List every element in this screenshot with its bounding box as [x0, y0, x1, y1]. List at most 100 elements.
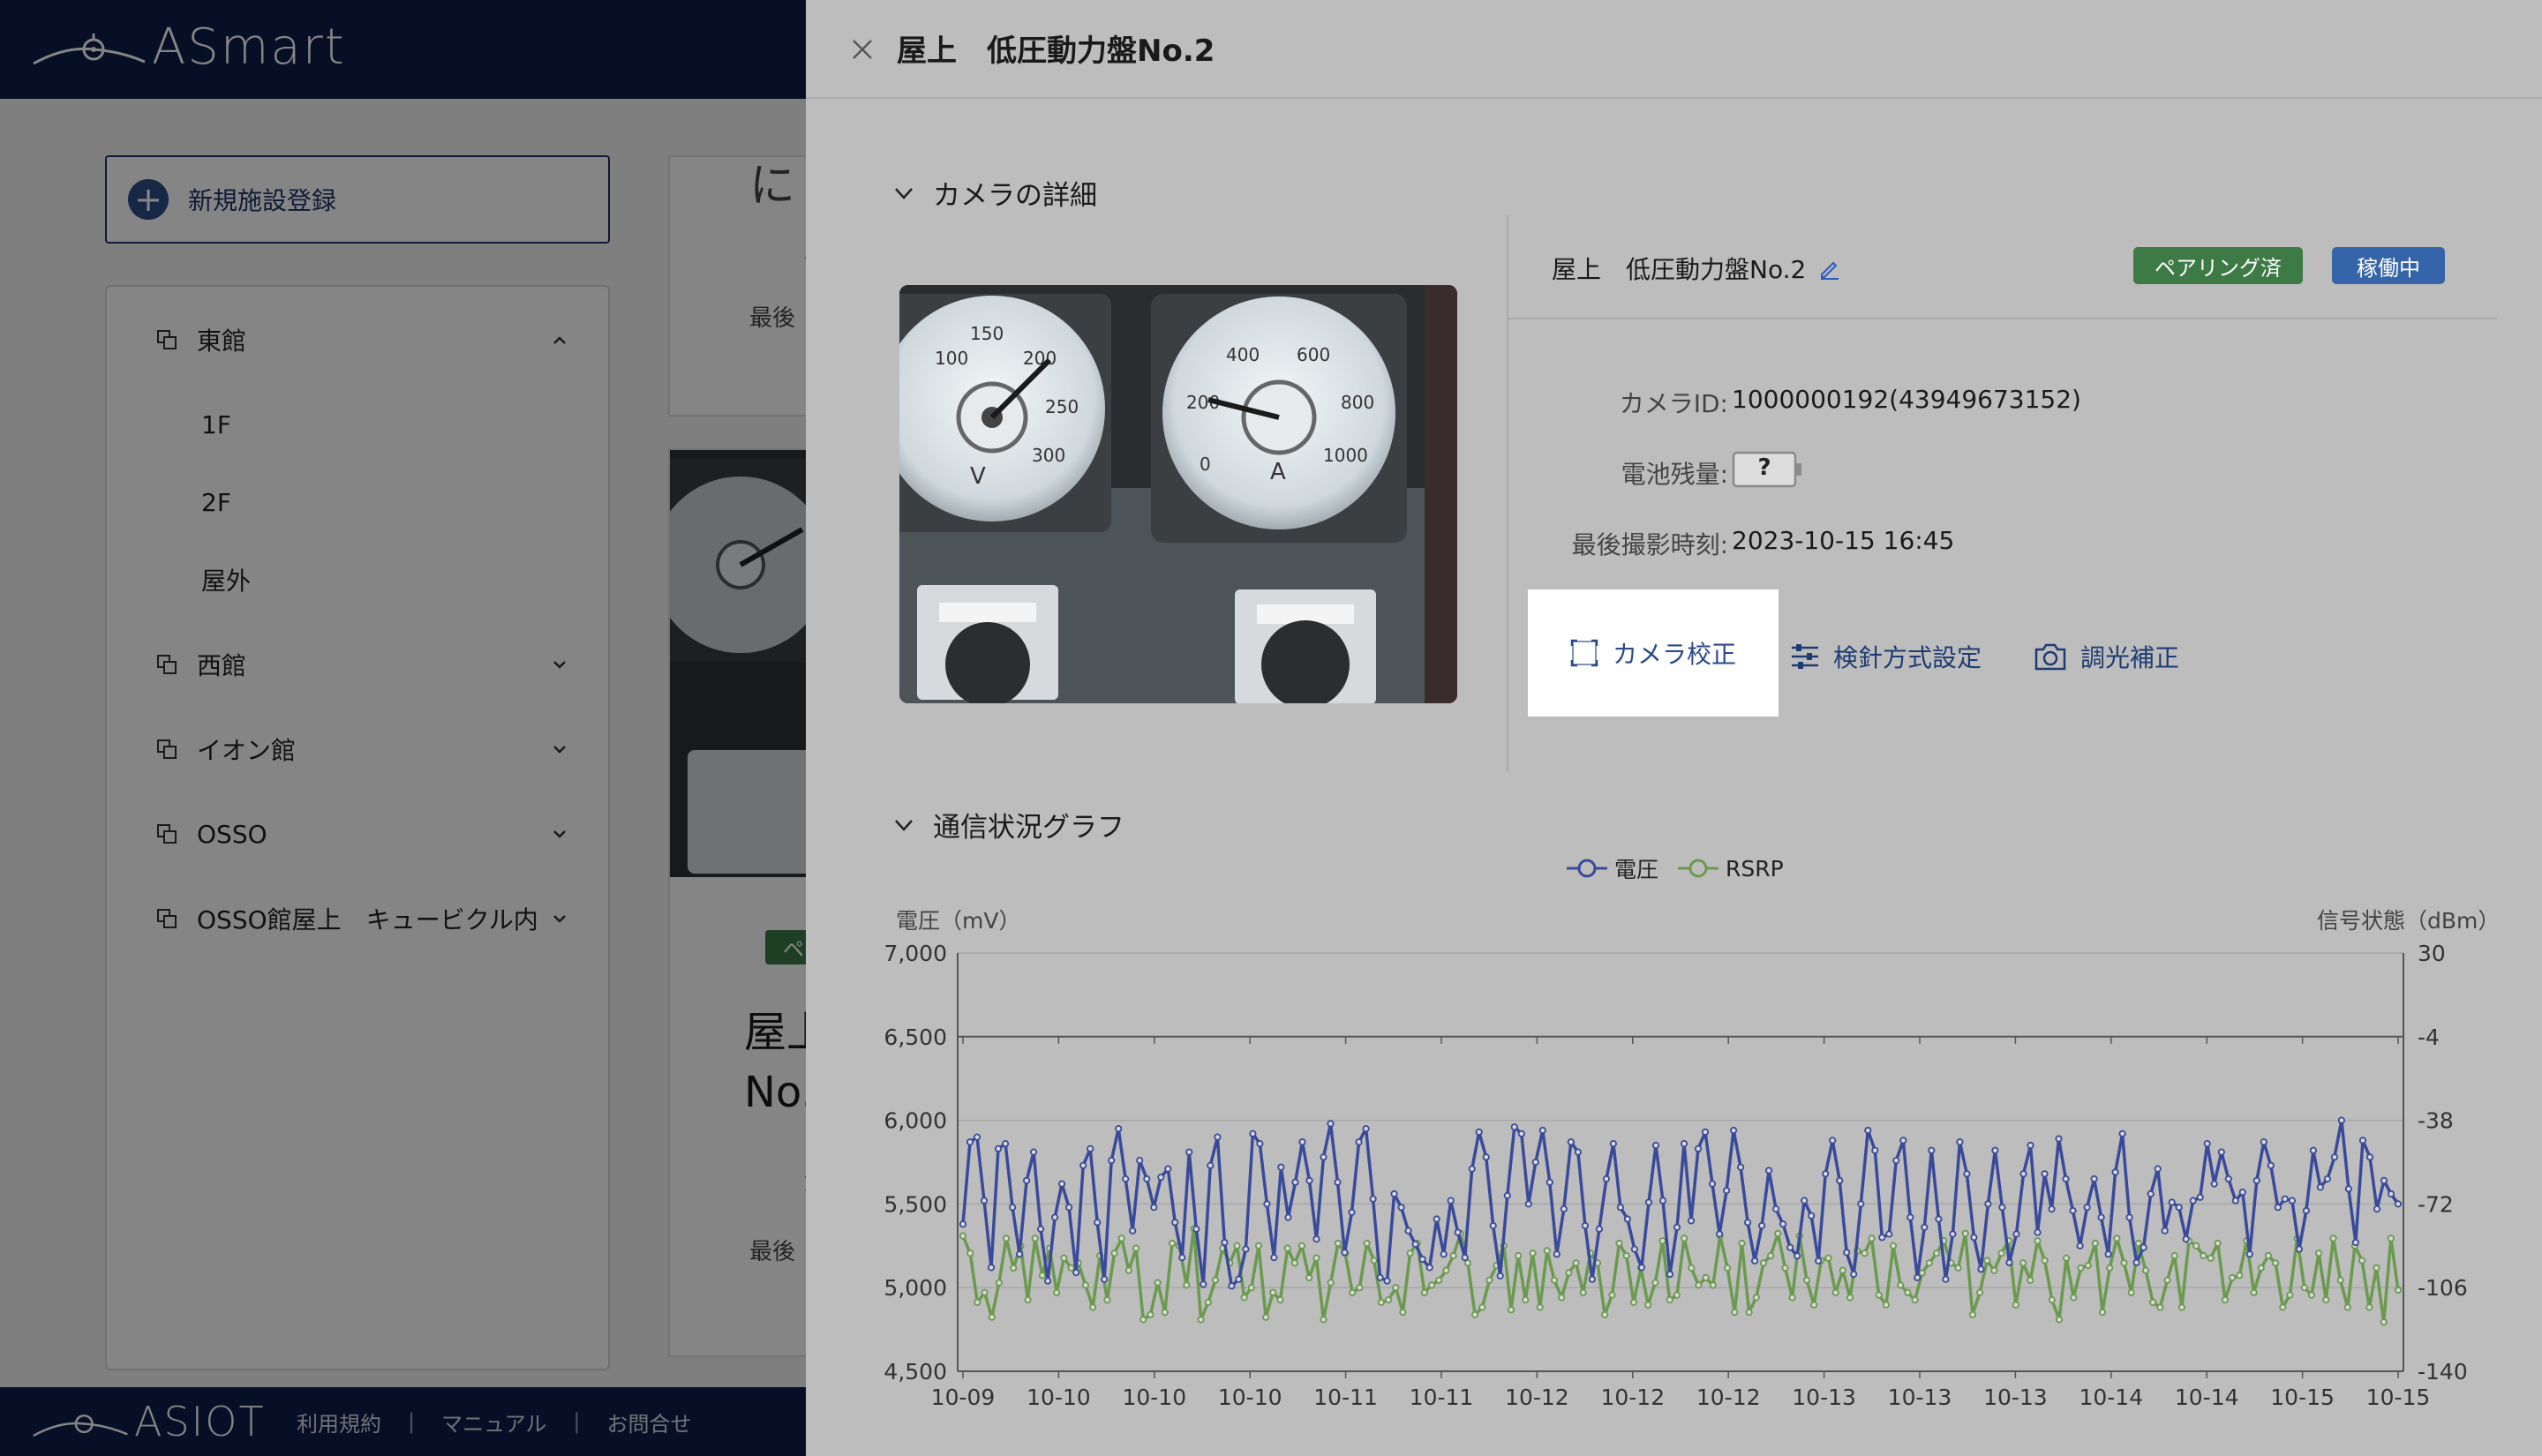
data-point-rsrp: [1110, 1250, 1118, 1257]
data-point-rsrp: [2134, 1239, 2142, 1248]
data-point-voltage: [1984, 1200, 1992, 1208]
info-divider: [1507, 215, 1508, 771]
data-point-rsrp: [1392, 1284, 1400, 1292]
data-point-rsrp: [2380, 1318, 2388, 1326]
data-point-rsrp: [2264, 1251, 2273, 1260]
data-point-rsrp: [2055, 1316, 2064, 1324]
data-point-rsrp: [1709, 1281, 1717, 1289]
camera-calibration-button[interactable]: カメラ校正: [1528, 589, 1779, 717]
data-point-rsrp: [1781, 1264, 1789, 1272]
data-point-voltage: [1009, 1204, 1017, 1212]
data-point-voltage: [1829, 1137, 1837, 1145]
data-point-voltage: [1836, 1176, 1844, 1184]
data-point-rsrp: [1990, 1266, 1998, 1274]
edit-pencil-icon[interactable]: [1818, 257, 1841, 280]
y-left-tick-label: 6,500: [884, 1024, 947, 1050]
svg-text:150: 150: [970, 323, 1004, 344]
data-point-voltage: [1440, 1250, 1448, 1258]
meter-reading-settings-label: 検針方式設定: [1833, 643, 1982, 672]
data-point-voltage: [1786, 1243, 1794, 1251]
data-point-rsrp: [1254, 1242, 1263, 1250]
data-point-rsrp: [1911, 1295, 1919, 1304]
camera-section-toggle[interactable]: カメラの詳細: [891, 173, 1097, 213]
data-point-voltage: [2132, 1258, 2140, 1266]
camera-detail-drawer: 屋上 低圧動力盤No.2 カメラの詳細 100 150 200 250 300 …: [806, 0, 2542, 1456]
svg-text:100: 100: [935, 348, 968, 369]
data-point-voltage: [2168, 1198, 2176, 1206]
data-point-rsrp: [1384, 1295, 1393, 1304]
data-point-rsrp: [1124, 1266, 1132, 1274]
data-point-rsrp: [1968, 1310, 1977, 1318]
x-tick-label: 10-10: [1122, 1385, 1186, 1410]
data-point-voltage: [1023, 1176, 1031, 1184]
data-point-voltage: [2012, 1230, 2020, 1238]
data-point-rsrp: [2156, 1303, 2164, 1311]
graph-section-toggle[interactable]: 通信状況グラフ: [891, 805, 1124, 844]
svg-text:200: 200: [1023, 348, 1057, 369]
data-point-voltage: [1235, 1275, 1243, 1283]
data-point-voltage: [2111, 1168, 2119, 1176]
data-point-rsrp: [1031, 1235, 1039, 1242]
data-point-rsrp: [1247, 1284, 1255, 1292]
light-adjust-button[interactable]: 調光補正: [2033, 632, 2179, 681]
data-point-voltage: [2330, 1153, 2339, 1161]
legend-item-voltage[interactable]: 電圧: [1565, 852, 1658, 884]
communication-status-chart: 7,000 30 6,500 -4 6,000 -38 5,500 -72 5,000 -106 4…: [884, 941, 2468, 1410]
y-left-tick-label: 5,500: [884, 1191, 947, 1217]
data-point-rsrp: [1983, 1257, 1991, 1265]
legend-item-rsrp[interactable]: RSRP: [1676, 855, 1784, 882]
data-point-rsrp: [1356, 1284, 1364, 1292]
data-point-rsrp: [2041, 1257, 2049, 1265]
legend-marker-voltage: [1567, 859, 1607, 878]
data-point-rsrp: [2170, 1251, 2178, 1260]
data-point-voltage: [2288, 1197, 2297, 1205]
data-point-rsrp: [1002, 1235, 1011, 1242]
data-point-voltage: [1320, 1153, 1327, 1161]
data-point-rsrp: [2387, 1235, 2395, 1242]
data-point-voltage: [1644, 1198, 1653, 1206]
data-point-voltage: [1418, 1255, 1426, 1264]
data-point-rsrp: [1168, 1239, 1177, 1248]
data-point-rsrp: [1470, 1310, 1479, 1318]
x-tick-label: 10-12: [1505, 1385, 1569, 1410]
data-point-voltage: [980, 1197, 989, 1205]
data-point-rsrp: [1824, 1254, 1832, 1262]
data-point-rsrp: [988, 1313, 996, 1321]
data-point-voltage: [2090, 1175, 2098, 1183]
data-point-voltage: [1595, 1225, 1604, 1233]
data-point-rsrp: [2177, 1303, 2186, 1311]
data-point-voltage: [1673, 1223, 1681, 1231]
close-icon[interactable]: [845, 32, 880, 67]
data-point-voltage: [2245, 1250, 2253, 1258]
data-point-voltage: [1136, 1156, 1144, 1165]
chevron-down-icon: [895, 819, 913, 831]
data-point-voltage: [2344, 1185, 2353, 1193]
svg-text:1000: 1000: [1323, 445, 1368, 466]
data-point-rsrp: [1204, 1298, 1212, 1306]
data-point-rsrp: [2336, 1276, 2344, 1284]
data-point-rsrp: [2077, 1264, 2085, 1272]
data-point-rsrp: [1485, 1276, 1493, 1284]
data-point-rsrp: [2012, 1301, 2020, 1309]
data-point-voltage: [1815, 1257, 1823, 1265]
data-point-voltage: [2005, 1258, 2013, 1266]
data-point-voltage: [1122, 1175, 1130, 1183]
y-right-tick-label: -140: [2418, 1359, 2468, 1385]
data-point-rsrp: [1565, 1269, 1573, 1277]
data-point-voltage: [1801, 1197, 1809, 1205]
data-point-rsrp: [1103, 1295, 1111, 1304]
data-point-rsrp: [2163, 1276, 2171, 1284]
data-point-voltage: [1284, 1213, 1292, 1221]
data-point-rsrp: [1024, 1295, 1032, 1304]
data-point-rsrp: [1305, 1273, 1313, 1282]
data-point-voltage: [2076, 1242, 2084, 1250]
data-point-rsrp: [2113, 1235, 2121, 1242]
meter-reading-settings-button[interactable]: 検針方式設定: [1789, 632, 1982, 681]
x-tick-label: 10-13: [1888, 1385, 1952, 1410]
data-point-rsrp: [2207, 1254, 2215, 1262]
data-point-rsrp: [2358, 1257, 2366, 1265]
data-point-voltage: [1185, 1148, 1193, 1156]
data-point-voltage: [1928, 1146, 1936, 1154]
data-point-rsrp: [2127, 1288, 2135, 1296]
data-point-rsrp: [1334, 1239, 1342, 1248]
